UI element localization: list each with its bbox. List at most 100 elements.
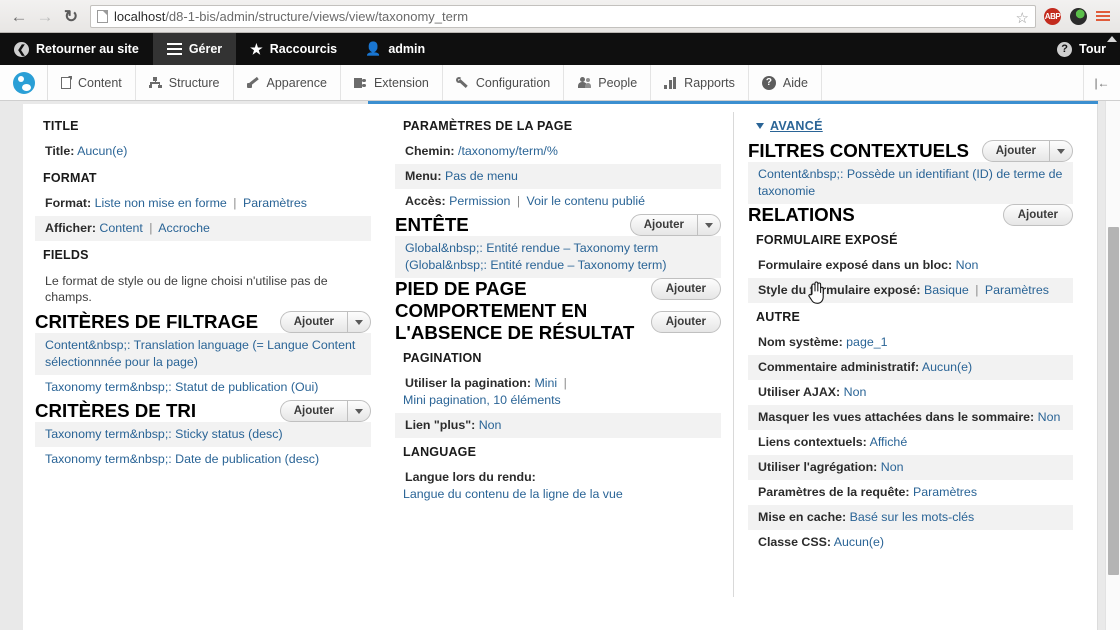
sort-item[interactable]: Taxonomy term&nbsp;: Sticky status (desc…	[35, 422, 371, 447]
add-contextual-filter-button[interactable]: Ajouter	[981, 140, 1049, 162]
row-admin-comment[interactable]: Commentaire administratif: Aucun(e)	[748, 355, 1073, 380]
toolbar-item-user[interactable]: 👤 admin	[351, 33, 439, 65]
row-format-settings[interactable]: Paramètres	[243, 196, 307, 210]
row-contextual-links[interactable]: Liens contextuels: Affiché	[748, 430, 1073, 455]
filter-item-link[interactable]: Content&nbsp;: Translation language (= L…	[45, 338, 355, 369]
row-query-settings-value[interactable]: Paramètres	[913, 485, 977, 499]
sort-item[interactable]: Taxonomy term&nbsp;: Date de publication…	[35, 447, 371, 472]
row-use-pager-value[interactable]: Mini	[534, 376, 557, 390]
header-item-link[interactable]: Global&nbsp;: Entité rendue – Taxonomy t…	[405, 241, 658, 255]
row-rendering-language-link[interactable]: Langue du contenu de la ligne de la vue	[403, 487, 623, 501]
menu-item-help[interactable]: ? Aide	[749, 65, 822, 100]
back-arrow-icon[interactable]: ←	[6, 3, 32, 29]
menu-item-reports[interactable]: Rapports	[651, 65, 749, 100]
row-access[interactable]: Accès: Permission | Voir le contenu publ…	[395, 189, 721, 214]
row-title[interactable]: Title: Aucun(e)	[35, 139, 371, 164]
row-use-pager[interactable]: Utiliser la pagination: Mini |	[395, 371, 721, 392]
row-use-aggregation[interactable]: Utiliser l'agrégation: Non	[748, 455, 1073, 480]
add-header-dropdown-button[interactable]	[697, 214, 721, 236]
filter-item-link[interactable]: Taxonomy term&nbsp;: Statut de publicati…	[45, 380, 318, 394]
row-admin-comment-value[interactable]: Aucun(e)	[922, 360, 972, 374]
scroll-up-arrow-icon[interactable]	[1107, 36, 1117, 42]
row-format-value[interactable]: Liste non mise en forme	[95, 196, 227, 210]
add-contextual-filter-button-group[interactable]: Ajouter	[981, 140, 1073, 162]
menu-item-content[interactable]: Content	[48, 65, 136, 100]
advanced-toggle[interactable]: AVANCÉ	[748, 112, 1073, 140]
star-icon[interactable]: ☆	[1016, 9, 1029, 27]
add-header-button[interactable]: Ajouter	[629, 214, 697, 236]
row-pager-details[interactable]: Mini pagination, 10 éléments	[395, 392, 721, 413]
row-hide-attachments-value[interactable]: Non	[1038, 410, 1061, 424]
header-item-link-2[interactable]: (Global&nbsp;: Entité rendue – Taxonomy …	[405, 258, 667, 272]
add-contextual-filter-dropdown-button[interactable]	[1049, 140, 1073, 162]
row-exposed-form-style-settings[interactable]: Paramètres	[985, 283, 1049, 297]
toolbar-item-shortcuts[interactable]: ★ Raccourcis	[236, 33, 351, 65]
row-more-link[interactable]: Lien "plus": Non	[395, 413, 721, 438]
menu-item-structure[interactable]: Structure	[136, 65, 234, 100]
row-show-value[interactable]: Content	[99, 221, 142, 235]
row-access-value[interactable]: Permission	[449, 194, 510, 208]
add-filter-dropdown-button[interactable]	[347, 311, 371, 333]
row-format[interactable]: Format: Liste non mise en forme | Paramè…	[35, 191, 371, 216]
sort-item-link[interactable]: Taxonomy term&nbsp;: Date de publication…	[45, 452, 319, 466]
contextual-filter-item[interactable]: Content&nbsp;: Possède un identifiant (I…	[748, 162, 1073, 204]
row-menu-value[interactable]: Pas de menu	[445, 169, 518, 183]
row-hide-attachments[interactable]: Masquer les vues attachées dans le somma…	[748, 405, 1073, 430]
add-header-button-group[interactable]: Ajouter	[629, 214, 721, 236]
row-exposed-form-block[interactable]: Formulaire exposé dans un bloc: Non	[748, 253, 1073, 278]
menu-item-configuration[interactable]: Configuration	[443, 65, 565, 100]
row-show[interactable]: Afficher: Content | Accroche	[35, 216, 371, 241]
menu-item-extension[interactable]: Extension	[341, 65, 443, 100]
row-menu[interactable]: Menu: Pas de menu	[395, 164, 721, 189]
row-title-value[interactable]: Aucun(e)	[77, 144, 127, 158]
row-exposed-form-style-value[interactable]: Basique	[924, 283, 969, 297]
row-rendering-language[interactable]: Langue lors du rendu:	[395, 465, 721, 486]
row-rendering-language-value[interactable]: Langue du contenu de la ligne de la vue	[395, 486, 721, 507]
row-access-extra[interactable]: Voir le contenu publié	[527, 194, 646, 208]
add-footer-button[interactable]: Ajouter	[650, 278, 721, 300]
add-filter-button-group[interactable]: Ajouter	[279, 311, 371, 333]
header-item[interactable]: Global&nbsp;: Entité rendue – Taxonomy t…	[395, 236, 721, 257]
contextual-filter-item-link[interactable]: Content&nbsp;: Possède un identifiant (I…	[758, 167, 1062, 198]
row-machine-name-value[interactable]: page_1	[846, 335, 887, 349]
forward-arrow-icon[interactable]: →	[32, 3, 58, 29]
row-css-class[interactable]: Classe CSS: Aucun(e)	[748, 530, 1073, 555]
chrome-menu-icon[interactable]	[1096, 11, 1110, 21]
row-pager-details-link[interactable]: Mini pagination, 10 éléments	[403, 393, 561, 407]
row-css-class-value[interactable]: Aucun(e)	[834, 535, 884, 549]
add-relation-button[interactable]: Ajouter	[1002, 204, 1073, 226]
collapse-toolbar-icon[interactable]: |←	[1084, 65, 1120, 100]
filter-item[interactable]: Taxonomy term&nbsp;: Statut de publicati…	[35, 375, 371, 400]
add-sort-button[interactable]: Ajouter	[279, 400, 347, 422]
drupal-home-link[interactable]	[0, 65, 48, 100]
row-use-aggregation-value[interactable]: Non	[881, 460, 904, 474]
row-exposed-form-style[interactable]: Style du formulaire exposé: Basique | Pa…	[748, 278, 1073, 303]
sort-item-link[interactable]: Taxonomy term&nbsp;: Sticky status (desc…	[45, 427, 283, 441]
add-filter-button[interactable]: Ajouter	[279, 311, 347, 333]
add-no-results-button[interactable]: Ajouter	[650, 311, 721, 333]
menu-item-appearance[interactable]: Apparence	[234, 65, 341, 100]
row-exposed-form-block-value[interactable]: Non	[956, 258, 979, 272]
reload-icon[interactable]: ↻	[58, 3, 84, 29]
filter-item[interactable]: Content&nbsp;: Translation language (= L…	[35, 333, 371, 375]
row-use-ajax-value[interactable]: Non	[844, 385, 867, 399]
vertical-scrollbar[interactable]	[1105, 101, 1120, 630]
row-query-settings[interactable]: Paramètres de la requête: Paramètres	[748, 480, 1073, 505]
row-use-ajax[interactable]: Utiliser AJAX: Non	[748, 380, 1073, 405]
row-more-link-value[interactable]: Non	[479, 418, 502, 432]
header-item[interactable]: (Global&nbsp;: Entité rendue – Taxonomy …	[395, 257, 721, 278]
row-show-teaser[interactable]: Accroche	[158, 221, 210, 235]
add-sort-button-group[interactable]: Ajouter	[279, 400, 371, 422]
profile-avatar-icon[interactable]	[1070, 7, 1087, 25]
row-caching[interactable]: Mise en cache: Basé sur les mots-clés	[748, 505, 1073, 530]
menu-item-people[interactable]: People	[564, 65, 652, 100]
adblock-plus-icon[interactable]: ABP	[1044, 7, 1061, 25]
row-machine-name[interactable]: Nom système: page_1	[748, 330, 1073, 355]
row-path-value[interactable]: /taxonomy/term/%	[458, 144, 558, 158]
scrollbar-thumb[interactable]	[1108, 227, 1119, 575]
row-contextual-links-value[interactable]: Affiché	[870, 435, 908, 449]
row-path[interactable]: Chemin: /taxonomy/term/%	[395, 139, 721, 164]
add-sort-dropdown-button[interactable]	[347, 400, 371, 422]
toolbar-item-manage[interactable]: Gérer	[152, 33, 237, 65]
address-bar[interactable]: localhost/d8-1-bis/admin/structure/views…	[90, 4, 1036, 28]
